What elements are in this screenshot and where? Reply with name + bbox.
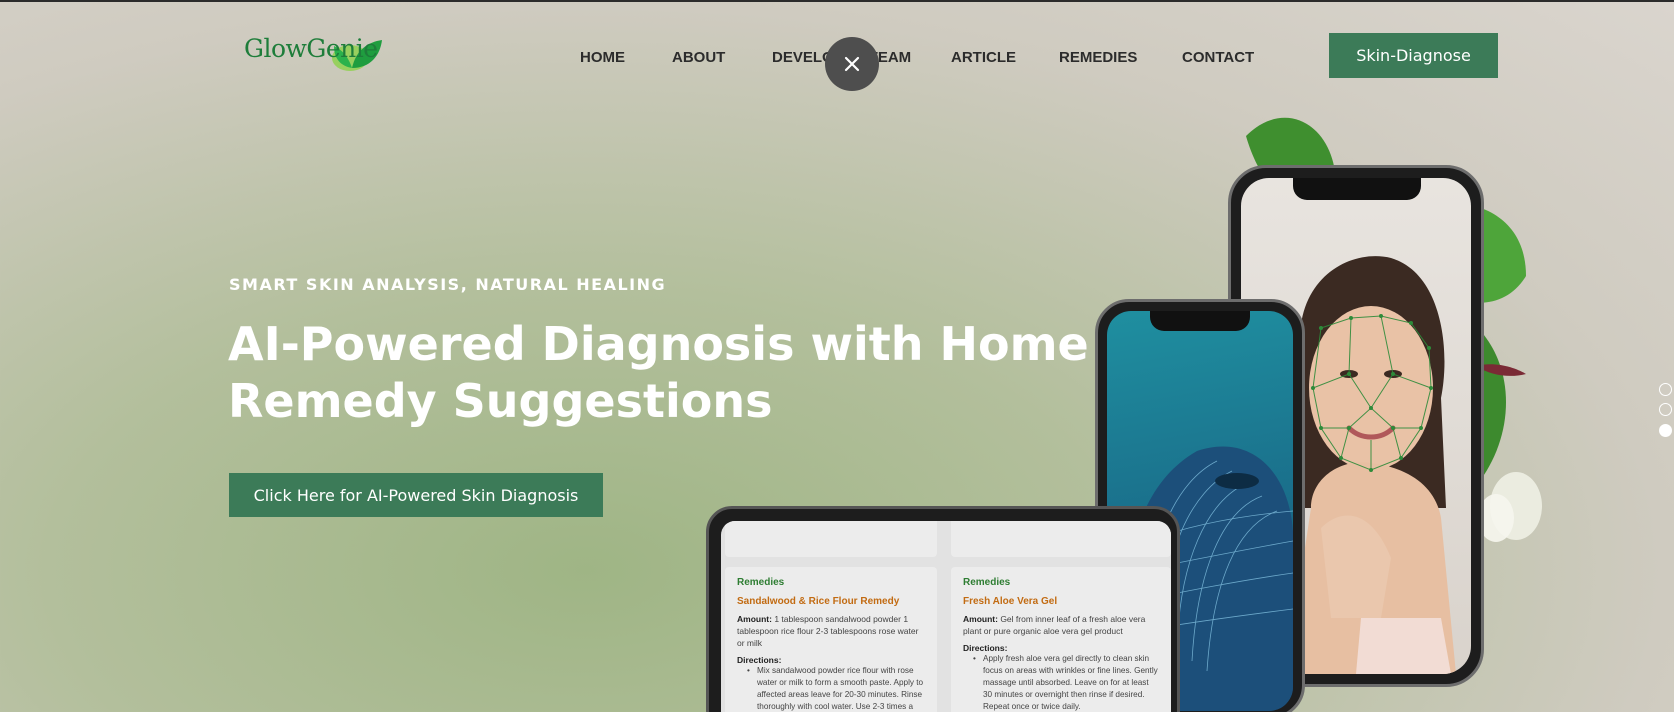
remedy-card[interactable]: Remedies Sandalwood & Rice Flour Remedy … — [725, 567, 937, 712]
close-button[interactable] — [825, 37, 879, 91]
brand-name: GlowGenie — [244, 34, 378, 63]
tablet-remedies: Remedies Sandalwood & Rice Flour Remedy … — [706, 506, 1180, 712]
nav-contact[interactable]: CONTACT — [1182, 49, 1254, 66]
hero-title-line1: AI-Powered Diagnosis with Home — [228, 317, 1089, 371]
nav-about[interactable]: ABOUT — [672, 49, 725, 66]
hero-title-line2: Remedy Suggestions — [228, 374, 773, 428]
phone-notch — [1293, 178, 1421, 200]
remedy-amount: Amount: Gel from inner leaf of a fresh a… — [963, 614, 1146, 636]
remedy-amount: Amount: 1 tablespoon sandalwood powder 1… — [737, 614, 919, 648]
tablet-card-top-left — [725, 521, 937, 557]
slider-dot-1[interactable] — [1659, 383, 1672, 396]
hero-eyebrow: SMART SKIN ANALYSIS, NATURAL HEALING — [229, 275, 667, 294]
top-border — [0, 0, 1674, 2]
tablet-card-top-right — [951, 521, 1171, 557]
remedy-heading: Remedies — [963, 577, 1011, 588]
logo[interactable]: GlowGenie — [244, 34, 382, 78]
remedy-directions-label: Directions: — [963, 643, 1008, 653]
close-icon — [844, 56, 860, 72]
nav-article[interactable]: ARTICLE — [951, 49, 1016, 66]
tablet-screen: Remedies Sandalwood & Rice Flour Remedy … — [721, 521, 1171, 712]
remedy-directions-label: Directions: — [737, 655, 782, 665]
phone-notch — [1150, 311, 1250, 331]
remedy-card[interactable]: Remedies Fresh Aloe Vera Gel Amount: Gel… — [951, 567, 1171, 712]
remedy-heading: Remedies — [737, 577, 785, 588]
remedy-title: Sandalwood & Rice Flour Remedy — [737, 596, 900, 607]
slider-dot-3[interactable] — [1659, 424, 1672, 437]
skin-diagnose-button[interactable]: Skin-Diagnose — [1329, 33, 1498, 78]
slider-dot-2[interactable] — [1659, 403, 1672, 416]
remedy-direction: Apply fresh aloe vera gel directly to cl… — [963, 653, 1159, 712]
nav-home[interactable]: HOME — [580, 49, 625, 66]
remedy-direction: Mix sandalwood powder rice flour with ro… — [737, 665, 925, 712]
remedy-title: Fresh Aloe Vera Gel — [963, 596, 1058, 607]
ai-diagnosis-button[interactable]: Click Here for AI-Powered Skin Diagnosis — [229, 473, 603, 517]
hero-title: AI-Powered Diagnosis with Home Remedy Su… — [228, 316, 1108, 430]
nav-remedies[interactable]: REMEDIES — [1059, 49, 1137, 66]
